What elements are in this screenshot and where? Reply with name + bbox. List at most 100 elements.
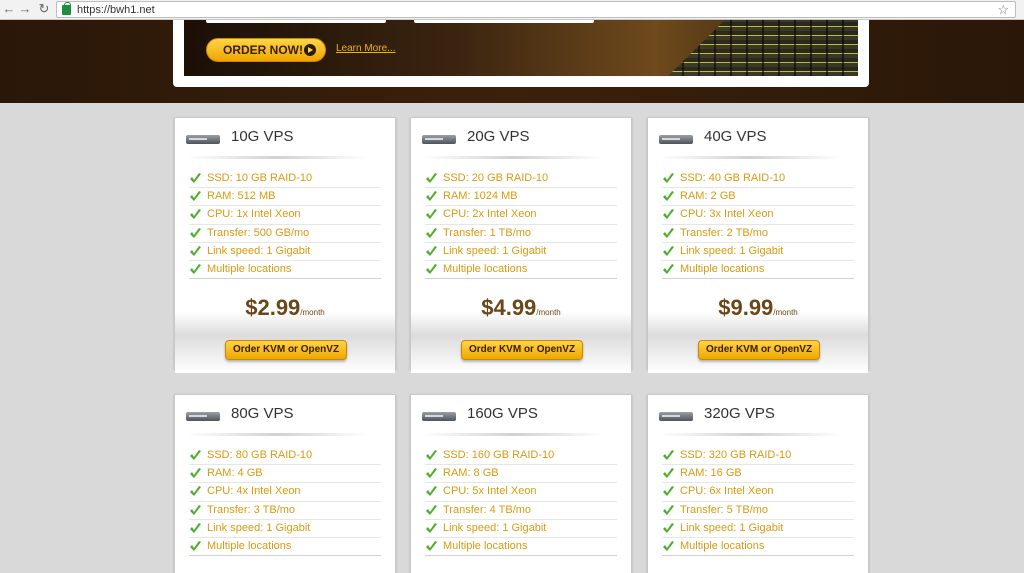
server-icon bbox=[186, 135, 220, 144]
feature-text: Multiple locations bbox=[443, 262, 528, 275]
check-icon bbox=[189, 540, 202, 552]
plan-title: 40G VPS bbox=[704, 128, 767, 145]
reload-icon[interactable]: ↻ bbox=[37, 2, 51, 16]
feature-item: Transfer: 5 TB/mo bbox=[662, 502, 854, 520]
check-icon bbox=[425, 209, 438, 220]
feature-text: Link speed: 1 Gigabit bbox=[443, 244, 547, 257]
feature-item: SSD: 80 GB RAID-10 bbox=[189, 447, 381, 466]
check-icon bbox=[425, 468, 438, 479]
order-button[interactable]: Order KVM or OpenVZ bbox=[461, 340, 583, 361]
feature-text: Transfer: 5 TB/mo bbox=[680, 503, 769, 516]
url-text[interactable]: https://bwh1.net bbox=[77, 3, 155, 17]
price-period: /month bbox=[300, 308, 325, 318]
feature-text: Transfer: 3 TB/mo bbox=[207, 503, 296, 516]
feature-text: RAM: 16 GB bbox=[680, 467, 742, 480]
price-area: $2.99/month Order KVM or OpenVZ bbox=[175, 279, 395, 374]
check-icon bbox=[662, 486, 675, 497]
plan-card-header: 160G VPS bbox=[411, 395, 631, 436]
feature-text: Link speed: 1 Gigabit bbox=[680, 521, 784, 534]
divider bbox=[187, 156, 367, 159]
feature-text: Transfer: 2 TB/mo bbox=[680, 226, 769, 239]
banner-field bbox=[414, 20, 594, 23]
check-icon bbox=[425, 486, 438, 497]
feature-text: RAM: 1024 MB bbox=[443, 190, 518, 203]
server-icon bbox=[659, 135, 693, 144]
feature-item: CPU: 1x Intel Xeon bbox=[189, 206, 381, 225]
order-button[interactable]: Order KVM or OpenVZ bbox=[225, 340, 347, 361]
lock-icon bbox=[62, 2, 71, 15]
server-icon bbox=[186, 412, 220, 421]
feature-item: Transfer: 1 TB/mo bbox=[425, 225, 617, 243]
price-amount: $9.99 bbox=[718, 295, 774, 321]
plan-card-header: 20G VPS bbox=[411, 118, 631, 159]
order-button[interactable]: Order KVM or OpenVZ bbox=[698, 340, 820, 361]
feature-item: SSD: 320 GB RAID-10 bbox=[662, 447, 854, 466]
feature-item: Link speed: 1 Gigabit bbox=[425, 520, 617, 538]
forward-arrow-icon[interactable]: → bbox=[18, 2, 32, 16]
feature-item: Link speed: 1 Gigabit bbox=[662, 243, 854, 261]
plan-card-header: 320G VPS bbox=[648, 395, 868, 436]
feature-item: RAM: 1024 MB bbox=[425, 188, 617, 207]
order-now-button[interactable]: ORDER NOW! bbox=[206, 38, 326, 62]
feature-item: RAM: 2 GB bbox=[662, 188, 854, 207]
plan-title: 160G VPS bbox=[467, 405, 538, 422]
divider bbox=[423, 156, 603, 159]
feature-item: Link speed: 1 Gigabit bbox=[662, 520, 854, 538]
check-icon bbox=[189, 191, 202, 202]
price-amount: $2.99 bbox=[245, 295, 301, 321]
feature-item: RAM: 8 GB bbox=[425, 465, 617, 484]
price-period: /month bbox=[536, 308, 561, 318]
feature-item: SSD: 10 GB RAID-10 bbox=[189, 170, 381, 189]
feature-text: Multiple locations bbox=[680, 262, 765, 275]
price: $4.99/month bbox=[411, 295, 631, 321]
check-icon bbox=[189, 522, 202, 534]
check-icon bbox=[189, 486, 202, 497]
feature-item: Link speed: 1 Gigabit bbox=[425, 243, 617, 261]
check-icon bbox=[662, 540, 675, 552]
check-icon bbox=[189, 263, 202, 275]
check-icon bbox=[425, 504, 438, 516]
check-icon bbox=[425, 522, 438, 534]
plan-title: 320G VPS bbox=[704, 405, 775, 422]
feature-text: Multiple locations bbox=[207, 539, 292, 552]
bookmark-star-icon[interactable]: ☆ bbox=[997, 2, 1009, 17]
price-area: $4.99/month Order KVM or OpenVZ bbox=[411, 279, 631, 374]
plan-title: 20G VPS bbox=[467, 128, 530, 145]
check-icon bbox=[662, 263, 675, 275]
plan-card: 160G VPS SSD: 160 GB RAID-10 RAM: 8 GB CPU… bbox=[410, 394, 632, 573]
learn-more-link[interactable]: Learn More... bbox=[336, 43, 395, 54]
divider bbox=[187, 433, 367, 436]
site-header: ORDER NOW! Learn More... bbox=[0, 20, 1024, 103]
check-icon bbox=[662, 191, 675, 202]
plan-card: 40G VPS SSD: 40 GB RAID-10 RAM: 2 GB CPU: … bbox=[647, 117, 869, 374]
banner-frame: ORDER NOW! Learn More... bbox=[173, 20, 869, 87]
plan-title: 10G VPS bbox=[231, 128, 294, 145]
check-icon bbox=[662, 173, 675, 184]
feature-item: Link speed: 1 Gigabit bbox=[189, 243, 381, 261]
plan-card-header: 10G VPS bbox=[175, 118, 395, 159]
feature-text: Link speed: 1 Gigabit bbox=[207, 244, 311, 257]
check-icon bbox=[425, 191, 438, 202]
feature-list: SSD: 320 GB RAID-10 RAM: 16 GB CPU: 6x Int… bbox=[662, 447, 854, 557]
plan-card: 20G VPS SSD: 20 GB RAID-10 RAM: 1024 MB CP… bbox=[410, 117, 632, 374]
check-icon bbox=[425, 227, 438, 239]
feature-text: SSD: 40 GB RAID-10 bbox=[680, 172, 786, 184]
feature-text: SSD: 80 GB RAID-10 bbox=[207, 449, 313, 461]
address-bar[interactable]: https://bwh1.net ☆ bbox=[56, 1, 1016, 18]
feature-item: CPU: 2x Intel Xeon bbox=[425, 206, 617, 225]
check-icon bbox=[662, 227, 675, 239]
feature-text: Transfer: 4 TB/mo bbox=[443, 503, 532, 516]
check-icon bbox=[662, 522, 675, 534]
feature-item: CPU: 5x Intel Xeon bbox=[425, 483, 617, 502]
check-icon bbox=[189, 173, 202, 184]
back-arrow-icon[interactable]: ← bbox=[2, 2, 16, 16]
price: $2.99/month bbox=[175, 295, 395, 321]
feature-text: CPU: 3x Intel Xeon bbox=[680, 208, 774, 221]
banner-field bbox=[206, 20, 386, 23]
check-icon bbox=[189, 209, 202, 220]
feature-text: SSD: 160 GB RAID-10 bbox=[443, 449, 555, 461]
feature-text: CPU: 5x Intel Xeon bbox=[443, 485, 537, 498]
feature-list: SSD: 160 GB RAID-10 RAM: 8 GB CPU: 5x Inte… bbox=[425, 447, 617, 557]
feature-text: SSD: 320 GB RAID-10 bbox=[680, 449, 792, 461]
divider bbox=[660, 433, 840, 436]
